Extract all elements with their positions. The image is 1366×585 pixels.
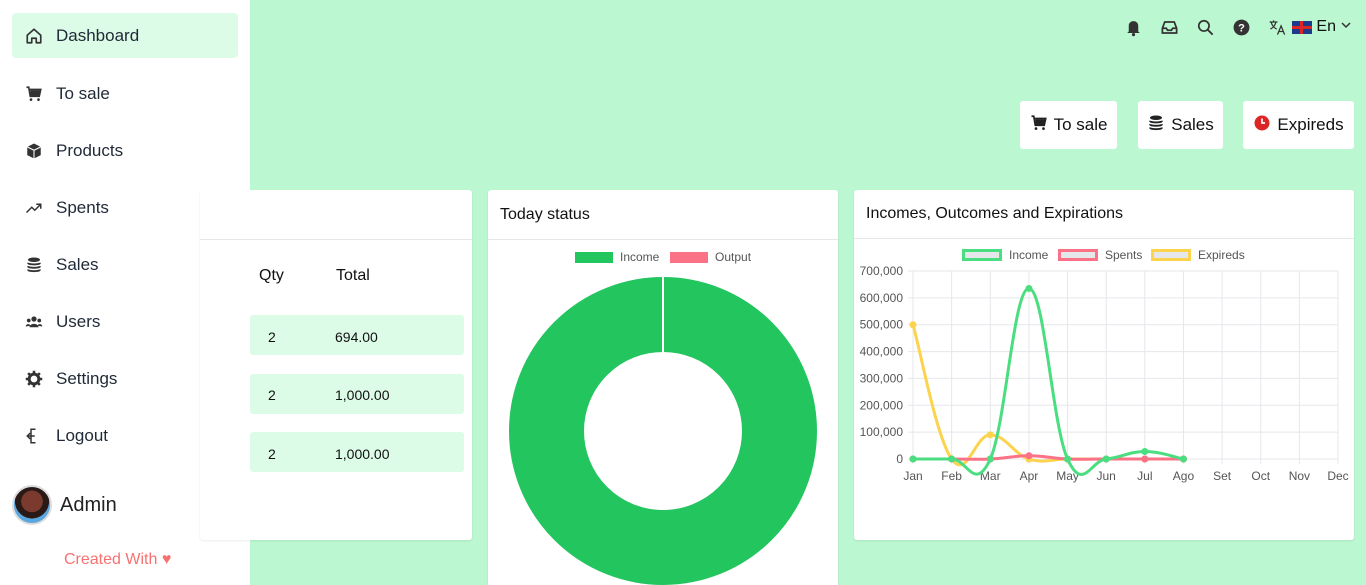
x-tick-label: Ago	[1173, 469, 1195, 483]
sidebar-item-label: Spents	[56, 197, 109, 217]
y-tick-label: 100,000	[860, 425, 904, 439]
series-line	[913, 286, 1184, 476]
sidebar-item-label: Sales	[56, 254, 99, 274]
card-title: Incomes, Outcomes and Expirations	[854, 190, 1354, 239]
users-icon	[24, 312, 44, 332]
data-point	[1179, 455, 1187, 463]
topbar: ? En	[1122, 16, 1352, 38]
language-label: En	[1316, 18, 1336, 35]
y-tick-label: 500,000	[860, 318, 904, 332]
line-chart: Jan Feb Mar Apr May Jun Jul Ago Set Oct Nov Dec700,…	[860, 264, 1349, 483]
sidebar-item-products[interactable]: Products	[12, 128, 238, 173]
series-line	[911, 324, 1184, 467]
x-tick-label: Dec	[1327, 469, 1348, 483]
sidebar-item-label: Settings	[56, 368, 118, 388]
sidebar-item-label: Logout	[56, 425, 108, 445]
to-sale-button[interactable]: To sale	[1020, 101, 1117, 149]
y-tick-label: 700,000	[860, 264, 904, 278]
data-point	[909, 321, 917, 329]
to-sale-label: To sale	[1053, 115, 1108, 134]
data-point	[909, 455, 917, 463]
total-cell: 1,000.00	[335, 446, 390, 462]
svg-text:?: ?	[1238, 22, 1245, 34]
language-selector[interactable]: En	[1266, 16, 1352, 38]
logout-icon	[24, 426, 44, 446]
qty-cell: 2	[268, 446, 276, 462]
recent-sales-card	[200, 190, 472, 540]
x-tick-label: Apr	[1020, 469, 1039, 483]
box-icon	[24, 141, 44, 161]
database-icon	[24, 255, 44, 275]
y-tick-label: 0	[896, 452, 903, 466]
legend-income[interactable]: Income	[575, 250, 659, 264]
expireds-label: Expireds	[1277, 115, 1344, 134]
bell-icon[interactable]	[1122, 16, 1144, 38]
sales-label: Sales	[1171, 115, 1214, 134]
legend-label: Income	[620, 250, 660, 264]
data-point	[1141, 455, 1149, 463]
translate-icon	[1266, 16, 1288, 38]
expireds-button[interactable]: Expireds	[1243, 101, 1354, 149]
total-cell: 694.00	[335, 329, 378, 345]
sidebar-item-label: Users	[56, 311, 101, 331]
data-point	[948, 455, 956, 463]
y-tick-label: 400,000	[860, 345, 904, 359]
column-header-qty: Qty	[259, 267, 284, 284]
total-cell: 1,000.00	[335, 387, 390, 403]
x-tick-label: Feb	[941, 469, 962, 483]
y-tick-label: 200,000	[860, 398, 904, 412]
card-title: Today status	[488, 190, 838, 240]
column-header-total: Total	[336, 267, 370, 284]
x-tick-label: Jul	[1137, 469, 1152, 483]
y-tick-label: 300,000	[860, 371, 904, 385]
sidebar-item-to-sale[interactable]: To sale	[12, 71, 238, 116]
x-tick-label: Jun	[1097, 469, 1116, 483]
y-tick-label: 600,000	[860, 291, 904, 305]
sidebar-item-label: Dashboard	[56, 25, 140, 45]
avatar	[12, 485, 52, 525]
user-name: Admin	[60, 493, 117, 516]
doughnut-chart	[509, 277, 817, 585]
legend-label: Output	[715, 250, 752, 264]
trend-icon	[24, 198, 44, 218]
sales-button[interactable]: Sales	[1138, 101, 1223, 149]
user-profile[interactable]: Admin	[12, 485, 117, 525]
cart-icon	[1030, 114, 1048, 137]
data-point	[1141, 447, 1149, 455]
data-point	[986, 455, 994, 463]
clock-icon	[1253, 114, 1271, 137]
credit-text: Created With ♥	[64, 551, 172, 568]
sidebar-item-dashboard[interactable]: Dashboard	[12, 13, 238, 58]
x-tick-label: Jan	[903, 469, 922, 483]
cart-icon	[24, 84, 44, 104]
search-icon[interactable]	[1194, 16, 1216, 38]
x-tick-label: Oct	[1251, 469, 1270, 483]
qty-cell: 2	[268, 329, 276, 345]
gear-icon	[24, 369, 44, 389]
sidebar-item-label: To sale	[56, 83, 110, 103]
card-header	[200, 190, 472, 240]
legend-swatch	[670, 251, 708, 263]
x-tick-label: Nov	[1289, 469, 1310, 483]
database-icon	[1147, 114, 1165, 137]
uk-flag-icon	[1292, 20, 1313, 34]
legend-output[interactable]: Output	[670, 250, 751, 264]
legend-swatch	[575, 251, 613, 263]
help-icon[interactable]: ?	[1230, 16, 1252, 38]
qty-cell: 2	[268, 387, 276, 403]
data-point	[1064, 455, 1072, 463]
sidebar-item-label: Products	[56, 140, 124, 160]
x-tick-label: Set	[1213, 469, 1232, 483]
chevron-down-icon	[1340, 18, 1352, 36]
home-icon	[24, 26, 44, 46]
inbox-icon[interactable]	[1158, 16, 1180, 38]
data-point	[1025, 284, 1033, 292]
data-point	[1025, 452, 1033, 460]
data-point	[986, 431, 994, 439]
data-point	[1102, 455, 1110, 463]
